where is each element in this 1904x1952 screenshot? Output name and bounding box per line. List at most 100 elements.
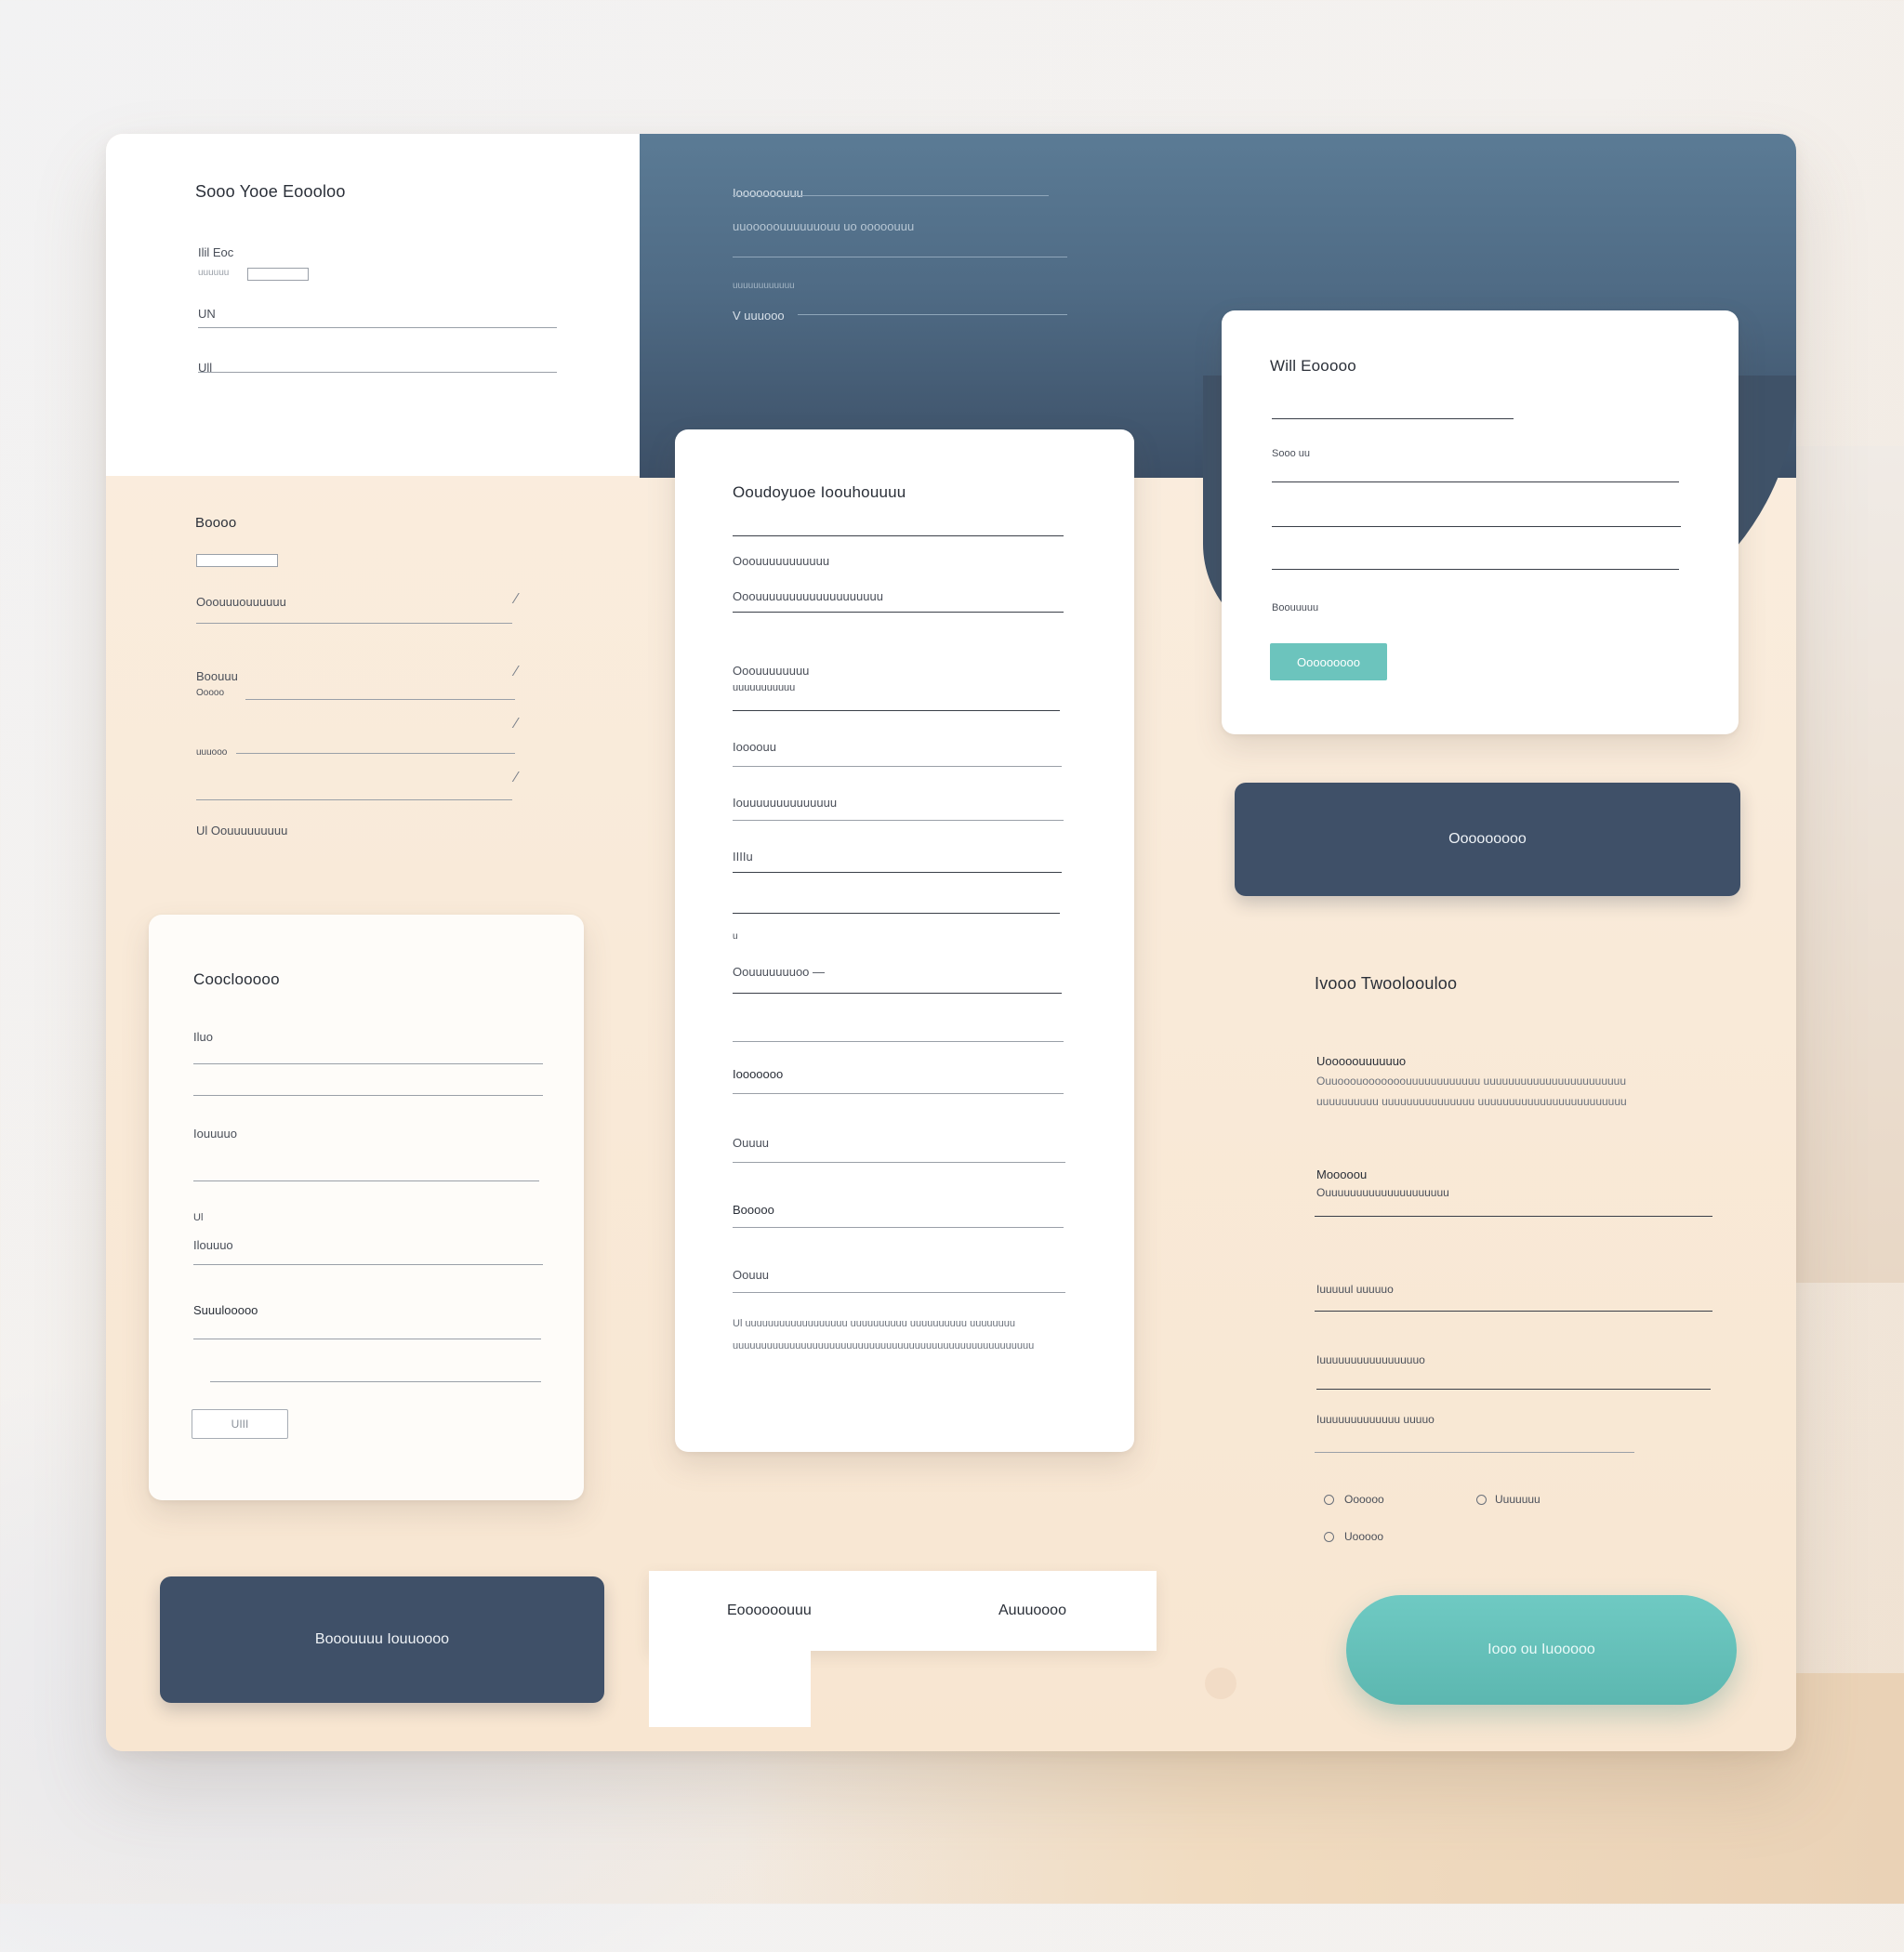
input-underline[interactable] bbox=[733, 872, 1062, 873]
field-hint: uuuuuu bbox=[198, 268, 230, 278]
field-label: Iouuuuuuuuuuuuuu bbox=[733, 796, 838, 810]
input-underline[interactable] bbox=[193, 1264, 543, 1265]
field-hint: u bbox=[733, 931, 738, 942]
input-underline[interactable] bbox=[193, 1095, 543, 1096]
field-label: UN bbox=[198, 307, 216, 321]
input-underline[interactable] bbox=[1315, 1216, 1712, 1217]
input-underline[interactable] bbox=[193, 1063, 543, 1064]
input-underline[interactable] bbox=[196, 623, 512, 624]
tab-2[interactable]: Auuuoooo bbox=[998, 1602, 1066, 1619]
small-button[interactable]: UIII bbox=[192, 1409, 288, 1439]
edit-icon[interactable]: ⁄ bbox=[515, 664, 518, 680]
banner-hint: uuuuuuuuuuuu bbox=[733, 281, 795, 291]
field-label: Oouuu bbox=[733, 1268, 770, 1282]
primary-button[interactable]: Ooooooooo bbox=[1235, 783, 1740, 896]
input-underline[interactable] bbox=[733, 1162, 1065, 1163]
input-underline[interactable] bbox=[1315, 1311, 1712, 1312]
input-underline[interactable] bbox=[733, 1093, 1064, 1094]
body-text: Ul uuuuuuuuuuuuuuuuuu uuuuuuuuuu uuuuuuu… bbox=[733, 1318, 1016, 1329]
field-label: Ooouuuuuuuuuuuuuuuuuuu bbox=[733, 589, 883, 603]
login-card: Will Eooooo Sooo uu Boouuuuu Ooooooooo bbox=[1222, 310, 1739, 734]
secondary-button[interactable]: Booouuuu Iouuoooo bbox=[160, 1576, 604, 1703]
edit-icon[interactable]: ⁄ bbox=[515, 770, 518, 786]
input-underline[interactable] bbox=[210, 1381, 541, 1382]
field-hint: Ooooo bbox=[196, 688, 225, 698]
input-underline[interactable] bbox=[733, 710, 1060, 711]
field-label: Boouuu bbox=[196, 669, 238, 683]
banner-label: uuooooouuuuuuouu uo ooooouuu bbox=[733, 219, 915, 233]
field-label: Iuuuuuuuuuuuuu uuuuo bbox=[1316, 1413, 1435, 1426]
input-underline[interactable] bbox=[198, 327, 557, 328]
radio-label: Oooooo bbox=[1344, 1493, 1384, 1506]
radio-label: Uuuuuuu bbox=[1495, 1493, 1540, 1506]
radio-button[interactable] bbox=[1324, 1495, 1334, 1505]
input-underline[interactable] bbox=[733, 535, 1064, 536]
input-underline[interactable] bbox=[733, 993, 1062, 994]
input-underline[interactable] bbox=[733, 820, 1064, 821]
tab-bar: Eoooooouuu Auuuoooo bbox=[649, 1571, 1157, 1651]
input-underline[interactable] bbox=[196, 799, 512, 800]
small-input[interactable] bbox=[196, 554, 278, 567]
field-label: Oouuuuuuuoo — bbox=[733, 965, 826, 979]
field-label: IIIIu bbox=[733, 850, 753, 864]
field-label: Iluo bbox=[193, 1030, 213, 1044]
small-input[interactable] bbox=[247, 268, 309, 281]
field-label: Suuulooooo bbox=[193, 1303, 258, 1317]
tab-panel bbox=[649, 1651, 811, 1727]
field-label: Uooooouuuuuuo bbox=[1316, 1054, 1407, 1068]
contact-card: Cooclooooo Iluo Iouuuuo Ul Ilouuuo Suuul… bbox=[149, 915, 584, 1500]
input-underline[interactable] bbox=[1272, 569, 1679, 570]
input-underline[interactable] bbox=[733, 612, 1064, 613]
edit-icon[interactable]: ⁄ bbox=[515, 716, 518, 732]
radio-label: Uooooo bbox=[1344, 1530, 1384, 1543]
radio-button[interactable] bbox=[1476, 1495, 1487, 1505]
input-underline[interactable] bbox=[733, 1292, 1065, 1293]
input-underline[interactable] bbox=[733, 1227, 1064, 1228]
field-label: Iuuuuul uuuuuo bbox=[1316, 1283, 1394, 1296]
field-label: Ioooouu bbox=[733, 740, 776, 754]
input-underline[interactable] bbox=[1272, 418, 1514, 419]
field-label: Ouuuu bbox=[733, 1136, 770, 1150]
cta-button[interactable]: Iooo ou Iuooooo bbox=[1346, 1595, 1737, 1705]
field-hint: Ouuuuuuuuuuuuuuuuuuuu bbox=[1316, 1186, 1449, 1199]
input-underline[interactable] bbox=[1272, 526, 1681, 527]
field-hint: uuuooo bbox=[196, 747, 228, 758]
input-underline[interactable] bbox=[1315, 1452, 1634, 1453]
banner-line bbox=[798, 314, 1067, 315]
banner-label: V uuuooo bbox=[733, 309, 785, 323]
input-underline[interactable] bbox=[245, 699, 515, 700]
input-underline[interactable] bbox=[733, 1041, 1064, 1042]
input-underline[interactable] bbox=[1272, 481, 1679, 482]
input-underline[interactable] bbox=[236, 753, 515, 754]
field-hint: Ul bbox=[193, 1212, 204, 1223]
field-label: Iooooooo bbox=[733, 1067, 784, 1081]
body-text: uuuuuuuuuuuuuuuuuuuuuuuuuuuuuuuuuuuuuuuu… bbox=[733, 1340, 1035, 1352]
field-label: Iuuuuuuuuuuuuuuuuo bbox=[1316, 1353, 1425, 1366]
body-text: uuuuuuuuuu uuuuuuuuuuuuuuu uuuuuuuuuuuuu… bbox=[1316, 1095, 1627, 1108]
form-card: Ooudoyuoe Ioouhouuuu Ooouuuuuuuuuuu Ooou… bbox=[675, 429, 1134, 1452]
field-hint: Sooo uu bbox=[1272, 448, 1310, 459]
panel-title: Sooo Yooe Eoooloo bbox=[195, 182, 346, 201]
input-underline[interactable] bbox=[733, 913, 1060, 914]
field-label: Ilil Eoc bbox=[198, 245, 234, 259]
ui-board: Sooo Yooe Eoooloo Ilil Eoc uuuuuu UN Ull… bbox=[106, 134, 1796, 1751]
field-hint: Boouuuuu bbox=[1272, 602, 1319, 613]
field-label: Ooouuuouuuuuu bbox=[196, 595, 286, 609]
card-title: Will Eooooo bbox=[1270, 357, 1356, 375]
field-label: Ilouuuo bbox=[193, 1238, 233, 1252]
input-underline[interactable] bbox=[1316, 1389, 1711, 1390]
field-label: Ooouuuuuuuuuuu bbox=[733, 554, 830, 568]
field-label: Mooooou bbox=[1316, 1167, 1368, 1181]
body-text: Ouuooouooooooouuuuuuuuuuuu uuuuuuuuuuuuu… bbox=[1316, 1075, 1627, 1088]
input-underline[interactable] bbox=[733, 766, 1062, 767]
radio-button[interactable] bbox=[1324, 1532, 1334, 1542]
submit-button[interactable]: Ooooooooo bbox=[1270, 643, 1387, 680]
banner-line bbox=[733, 195, 1049, 196]
input-underline[interactable] bbox=[198, 372, 557, 373]
input-underline[interactable] bbox=[193, 1180, 539, 1181]
banner-label: Iooooooouuu bbox=[733, 186, 803, 200]
field-hint: uuuuuuuuuuu bbox=[733, 682, 796, 693]
tab-1[interactable]: Eoooooouuu bbox=[727, 1602, 812, 1619]
edit-icon[interactable]: ⁄ bbox=[515, 591, 518, 608]
section-title: Ivooo Twooloouloo bbox=[1315, 974, 1458, 993]
